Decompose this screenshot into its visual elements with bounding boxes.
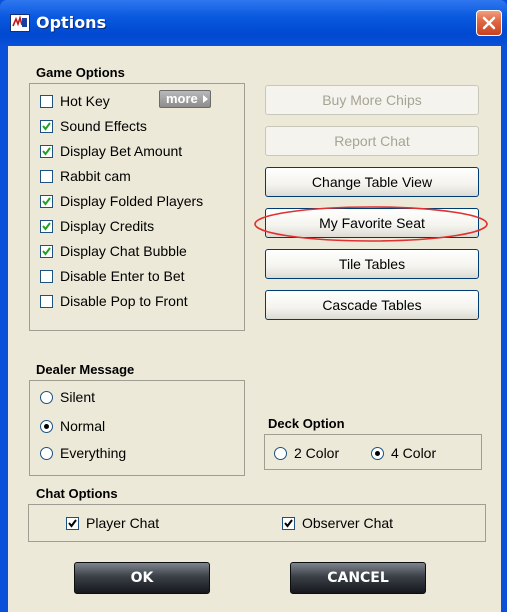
radio-label: 4 Color [391, 445, 437, 461]
radio-button[interactable] [40, 447, 53, 460]
deck-option-label: Deck Option [268, 416, 345, 431]
radio-label: Normal [60, 418, 106, 434]
radio-selected-dot [375, 451, 380, 456]
highlight-ellipse [254, 206, 488, 242]
checkbox-label: Display Bet Amount [60, 143, 183, 159]
options-window: Options Game Options more Hot Key Sound … [0, 0, 507, 612]
more-label: more [166, 91, 198, 106]
radio-button[interactable] [274, 447, 287, 460]
radio-button[interactable] [371, 447, 384, 460]
checkbox-box[interactable] [40, 120, 53, 133]
checkbox-box[interactable] [40, 220, 53, 233]
more-button[interactable]: more [159, 90, 211, 108]
dialog-body: Game Options more Hot Key Sound Effects … [8, 46, 501, 612]
checkbox-label: Display Credits [60, 218, 155, 234]
checkbox-box[interactable] [40, 245, 53, 258]
checkbox-label: Rabbit cam [60, 168, 131, 184]
checkbox-box[interactable] [40, 145, 53, 158]
checkbox-label: Display Chat Bubble [60, 243, 187, 259]
radio-button[interactable] [40, 420, 53, 433]
checkbox-label: Sound Effects [60, 118, 147, 134]
radio-label: 2 Color [294, 445, 340, 461]
cascade-tables-button[interactable]: Cascade Tables [265, 290, 479, 320]
checkbox-box[interactable] [40, 95, 53, 108]
checkbox-label: Disable Enter to Bet [60, 268, 185, 284]
game-options-label: Game Options [34, 65, 127, 80]
checkbox-box[interactable] [40, 295, 53, 308]
radio-label: Silent [60, 389, 96, 405]
dealer-message-label: Dealer Message [34, 362, 137, 377]
title-bar[interactable]: Options [0, 0, 507, 46]
cancel-button[interactable]: CANCEL [290, 562, 426, 594]
change-table-view-button[interactable]: Change Table View [265, 167, 479, 197]
arrow-right-icon [203, 95, 208, 103]
checkbox-label: Hot Key [60, 93, 110, 109]
checkbox-label: Display Folded Players [60, 193, 204, 209]
buy-more-chips-button[interactable]: Buy More Chips [265, 85, 479, 115]
radio-selected-dot [44, 424, 49, 429]
checkbox-label: Observer Chat [302, 515, 394, 531]
close-icon[interactable] [476, 10, 502, 36]
checkbox-box[interactable] [282, 517, 295, 530]
checkbox-box[interactable] [40, 170, 53, 183]
checkbox-box[interactable] [66, 517, 79, 530]
checkbox-box[interactable] [40, 270, 53, 283]
app-logo-icon [10, 14, 30, 32]
checkbox-label: Disable Pop to Front [60, 293, 188, 309]
checkbox-box[interactable] [40, 195, 53, 208]
radio-label: Everything [60, 445, 127, 461]
window-title: Options [36, 13, 107, 32]
report-chat-button[interactable]: Report Chat [265, 126, 479, 156]
ok-button[interactable]: OK [74, 562, 210, 594]
radio-button[interactable] [40, 391, 53, 404]
checkbox-label: Player Chat [86, 515, 160, 531]
chat-options-label: Chat Options [36, 486, 118, 501]
tile-tables-button[interactable]: Tile Tables [265, 249, 479, 279]
